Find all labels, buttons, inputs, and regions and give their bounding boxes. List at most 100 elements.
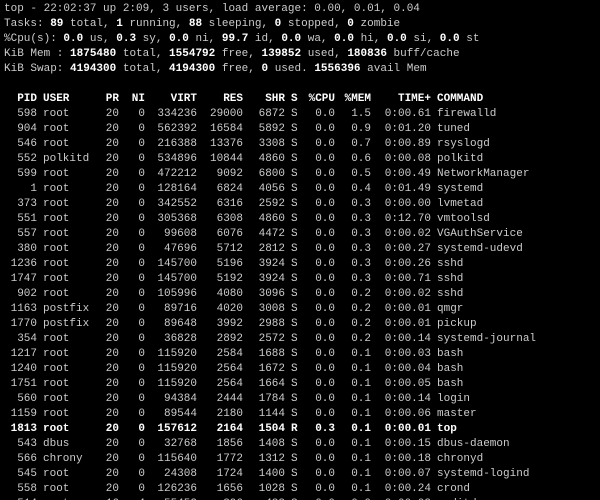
cell-time: 0:00.04 <box>374 362 434 377</box>
cell-shr: 4860 <box>246 212 288 227</box>
col-time[interactable]: TIME+ <box>374 92 434 107</box>
cell-virt: 24308 <box>148 467 200 482</box>
cell-time: 0:00.24 <box>374 482 434 497</box>
cell-user: dbus <box>40 437 96 452</box>
col-s[interactable]: S <box>288 92 302 107</box>
cell-pid: 380 <box>4 242 40 257</box>
cell-pid: 546 <box>4 137 40 152</box>
mem-total: 1875480 <box>63 48 122 60</box>
cell-virt: 115920 <box>148 377 200 392</box>
load-avg: 0.00, 0.01, 0.04 <box>314 3 420 15</box>
cell-pr: 20 <box>96 347 122 362</box>
cell-s: S <box>288 182 302 197</box>
cell-mem: 0.3 <box>338 272 374 287</box>
label: st <box>466 33 479 45</box>
cell-ni: 0 <box>122 227 148 242</box>
cell-time: 0:00.61 <box>374 107 434 122</box>
cell-shr: 2988 <box>246 317 288 332</box>
cell-virt: 534896 <box>148 152 200 167</box>
uptime: 2:09 <box>123 3 149 15</box>
cell-s: S <box>288 332 302 347</box>
cell-s: S <box>288 242 302 257</box>
cell-pr: 20 <box>96 317 122 332</box>
cell-cmd: login <box>434 392 596 407</box>
cell-pid: 1 <box>4 182 40 197</box>
clock: 22:02:37 <box>44 3 97 15</box>
cell-user: root <box>40 212 96 227</box>
cell-shr: 6872 <box>246 107 288 122</box>
cell-res: 1724 <box>200 467 246 482</box>
cell-ni: 0 <box>122 407 148 422</box>
cell-pid: 1159 <box>4 407 40 422</box>
process-row: 545root2002430817241400S0.00.10:00.07sys… <box>4 467 596 482</box>
cell-pid: 566 <box>4 452 40 467</box>
label: hi, <box>361 33 381 45</box>
cell-res: 2444 <box>200 392 246 407</box>
cell-mem: 0.3 <box>338 212 374 227</box>
cell-shr: 6800 <box>246 167 288 182</box>
cell-cmd: sshd <box>434 287 596 302</box>
cell-cmd: qmgr <box>434 302 596 317</box>
cell-cpu: 0.0 <box>302 242 338 257</box>
cell-virt: 89648 <box>148 317 200 332</box>
col-command[interactable]: COMMAND <box>434 92 596 107</box>
cell-pr: 20 <box>96 197 122 212</box>
cell-virt: 305368 <box>148 212 200 227</box>
col-shr[interactable]: SHR <box>246 92 288 107</box>
cell-s: S <box>288 257 302 272</box>
cell-shr: 1664 <box>246 377 288 392</box>
process-row: 566chrony20011564017721312S0.00.10:00.18… <box>4 452 596 467</box>
col-cpu[interactable]: %CPU <box>302 92 338 107</box>
cell-res: 2584 <box>200 347 246 362</box>
col-user[interactable]: USER <box>40 92 96 107</box>
tasks-stopped: 0 <box>268 18 288 30</box>
cell-time: 0:00.18 <box>374 452 434 467</box>
cell-pid: 1813 <box>4 422 40 437</box>
cell-cpu: 0.0 <box>302 317 338 332</box>
col-virt[interactable]: VIRT <box>148 92 200 107</box>
cell-s: S <box>288 107 302 122</box>
cell-time: 0:01.49 <box>374 182 434 197</box>
cell-ni: 0 <box>122 152 148 167</box>
cell-s: S <box>288 362 302 377</box>
cell-shr: 3924 <box>246 257 288 272</box>
col-pr[interactable]: PR <box>96 92 122 107</box>
col-res[interactable]: RES <box>200 92 246 107</box>
column-header-row[interactable]: PID USER PR NI VIRT RES SHR S %CPU %MEM … <box>4 92 596 107</box>
mem-free: 1554792 <box>162 48 221 60</box>
cell-mem: 0.2 <box>338 317 374 332</box>
cell-s: S <box>288 212 302 227</box>
cell-user: postfix <box>40 317 96 332</box>
col-ni[interactable]: NI <box>122 92 148 107</box>
cell-mem: 0.9 <box>338 122 374 137</box>
cell-time: 0:00.07 <box>374 467 434 482</box>
cell-shr: 4472 <box>246 227 288 242</box>
cell-virt: 47696 <box>148 242 200 257</box>
col-mem[interactable]: %MEM <box>338 92 374 107</box>
tasks-zombie: 0 <box>341 18 361 30</box>
cpu-line: %Cpu(s): 0.0 us, 0.3 sy, 0.0 ni, 99.7 id… <box>4 32 596 47</box>
cell-shr: 1784 <box>246 392 288 407</box>
cell-cpu: 0.0 <box>302 152 338 167</box>
cell-user: root <box>40 392 96 407</box>
col-pid[interactable]: PID <box>4 92 40 107</box>
mem-line: KiB Mem : 1875480 total, 1554792 free, 1… <box>4 47 596 62</box>
label: si, <box>413 33 433 45</box>
cell-shr: 5892 <box>246 122 288 137</box>
cell-res: 9092 <box>200 167 246 182</box>
cell-shr: 1400 <box>246 467 288 482</box>
cell-res: 6316 <box>200 197 246 212</box>
cell-cpu: 0.0 <box>302 182 338 197</box>
cell-ni: 0 <box>122 332 148 347</box>
cell-cmd: top <box>434 422 596 437</box>
cell-user: root <box>40 182 96 197</box>
cell-pid: 1236 <box>4 257 40 272</box>
process-row: 1236root20014570051963924S0.00.30:00.26s… <box>4 257 596 272</box>
cell-cpu: 0.0 <box>302 287 338 302</box>
cell-ni: 0 <box>122 107 148 122</box>
label: total, <box>123 48 163 60</box>
cell-mem: 0.3 <box>338 197 374 212</box>
process-row: 1770postfix2008964839922988S0.00.20:00.0… <box>4 317 596 332</box>
cell-time: 0:00.14 <box>374 392 434 407</box>
cell-shr: 2592 <box>246 197 288 212</box>
